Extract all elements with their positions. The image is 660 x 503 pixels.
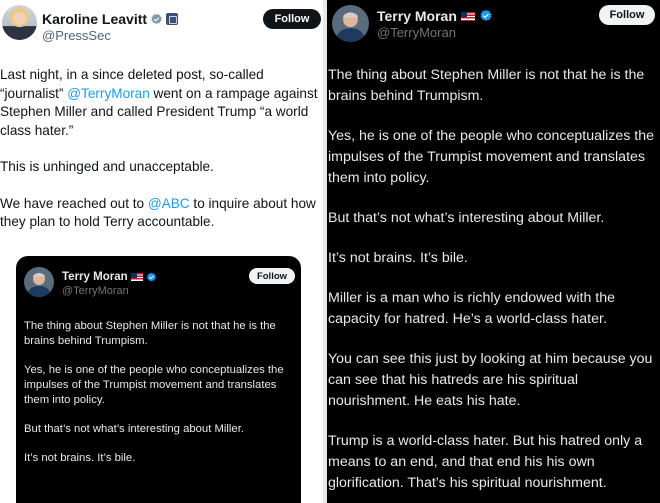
government-badge-icon [166,13,179,25]
right-paragraph: It’s not brains. It’s bile. [328,250,468,266]
mention-link-terrymoran[interactable]: @TerryMoran [67,86,150,101]
embedded-paragraph: The thing about Stephen Miller is not th… [24,320,276,347]
right-paragraph: You can see this just by looking at him … [328,351,653,409]
left-handle[interactable]: @PressSec [42,28,111,43]
left-author-name-row: Karoline Leavitt [42,11,179,27]
right-tweet-card: Terry Moran @TerryMoran Follow The thing… [327,0,660,503]
left-paragraph: We have reached out to @ABC to inquire a… [0,195,316,230]
embedded-follow-button[interactable]: Follow [249,268,295,284]
verified-badge-icon [146,272,156,281]
right-paragraph: The thing about Stephen Miller is not th… [328,67,645,104]
verified-badge-icon [151,13,162,24]
right-paragraph: Yes, he is one of the people who concept… [328,128,655,186]
right-tweet-text: The thing about Stephen Miller is not th… [328,65,658,503]
embedded-tweet-card[interactable]: Terry Moran @TerryMoran Follow The thing… [16,256,301,503]
left-tweet-card: Karoline Leavitt @PressSec Follow Last n… [0,0,323,503]
embedded-handle[interactable]: @TerryMoran [62,285,129,297]
embedded-tweet-text: The thing about Stephen Miller is not th… [24,319,299,480]
right-paragraph: Trump is a world-class hater. But his ha… [328,433,643,491]
verified-badge-icon [480,9,492,21]
embedded-author-name-row: Terry Moran [62,271,157,283]
embedded-paragraph: But that’s not what’s interesting about … [24,423,244,435]
embedded-paragraph: Yes, he is one of the people who concept… [24,364,284,406]
left-paragraph: This is unhinged and unacceptable. [0,159,214,174]
karoline-avatar[interactable] [2,5,37,40]
left-paragraph: Last night, in a since deleted post, so-… [0,67,318,138]
right-paragraph: But that’s not what’s interesting about … [328,210,605,226]
left-author-name[interactable]: Karoline Leavitt [42,11,147,27]
us-flag-icon [130,273,143,281]
terry-avatar-small[interactable] [24,267,54,297]
terry-avatar[interactable] [332,5,369,42]
embedded-author-name[interactable]: Terry Moran [62,271,128,283]
right-author-name-row: Terry Moran [377,8,493,24]
left-follow-button[interactable]: Follow [263,9,321,29]
us-flag-icon [460,11,475,21]
embedded-paragraph: It’s not brains. It’s bile. [24,452,136,464]
left-tweet-text: Last night, in a since deleted post, so-… [0,66,318,250]
right-handle[interactable]: @TerryMoran [377,25,456,40]
mention-link-abc[interactable]: @ABC [148,196,190,211]
right-paragraph: Miller is a man who is richly endowed wi… [328,290,616,327]
right-author-name[interactable]: Terry Moran [377,8,457,24]
right-follow-button[interactable]: Follow [599,5,655,25]
